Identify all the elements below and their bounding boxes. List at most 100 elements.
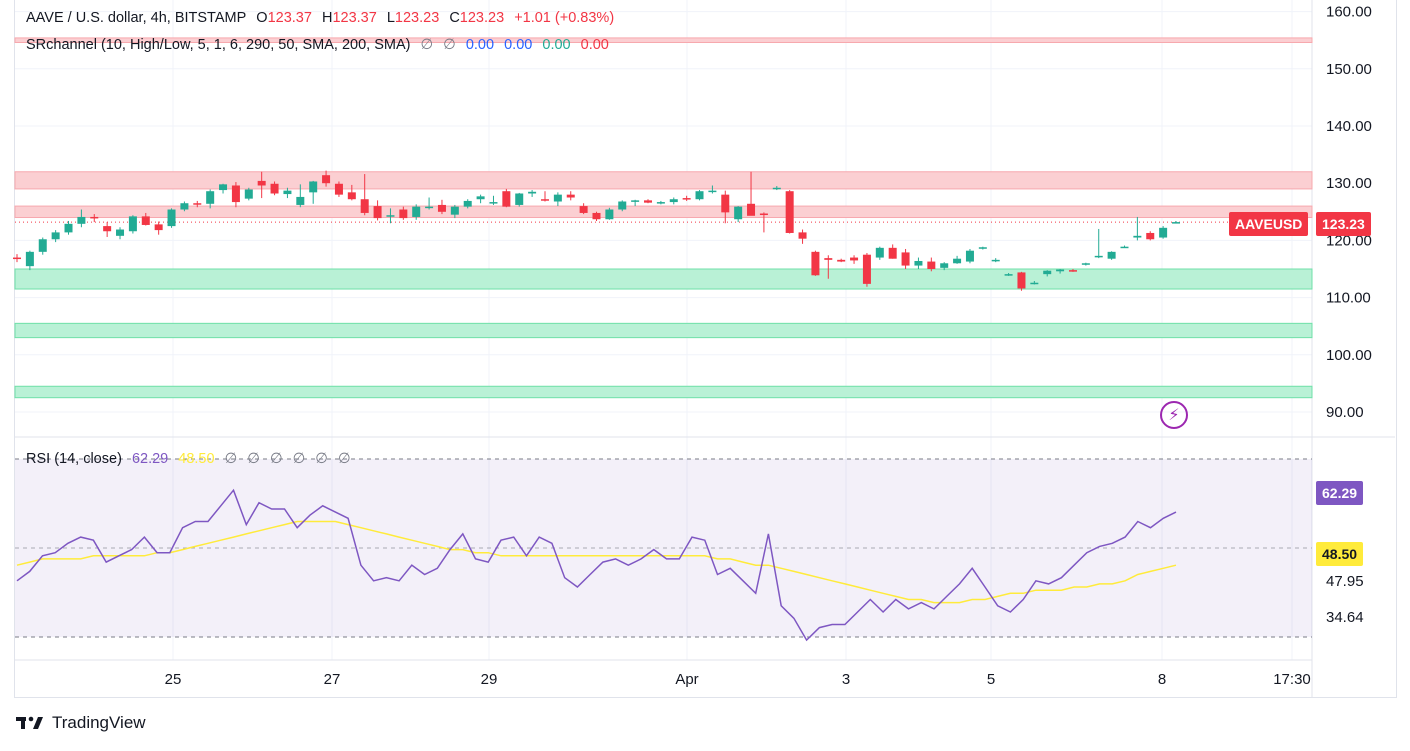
candle-body [656, 202, 665, 204]
last-price-tag: 123.23 [1316, 212, 1371, 236]
candle-body [38, 239, 47, 252]
candle-body [476, 196, 485, 200]
srchannel-legend: SRchannel (10, High/Low, 5, 1, 6, 290, 5… [26, 37, 615, 53]
rsi-legend: RSI (14, close) 62.29 48.50 ∅ ∅ ∅ ∅ ∅ ∅ [26, 451, 357, 467]
candle-body [206, 191, 215, 204]
price-tick-label: 140.00 [1326, 118, 1372, 135]
price-tick-label: 160.00 [1326, 4, 1372, 21]
candle-body [1107, 251, 1116, 259]
rsi-ma-tag: 48.50 [1316, 542, 1364, 566]
candle-body [824, 258, 833, 260]
chart-canvas[interactable]: 160.00150.00140.00130.00120.00110.00100.… [0, 0, 1410, 751]
candle-body [553, 194, 562, 202]
candle-body [502, 191, 511, 207]
close-value: 123.23 [459, 10, 505, 26]
candle-body [489, 202, 498, 204]
candle-body [785, 191, 794, 233]
time-tick-label: 29 [481, 671, 498, 688]
candle-body [116, 229, 125, 236]
candle-body [1172, 222, 1180, 224]
candle-body [103, 226, 112, 232]
low-value: 123.23 [394, 10, 440, 26]
rsi-empty-2: ∅ [247, 451, 260, 467]
symbol-legend: AAVE / U.S. dollar, 4h, BITSTAMP O 123.37… [26, 10, 620, 26]
time-tick-label: 3 [842, 671, 850, 688]
change-value: +1.01 (+0.83%) [514, 10, 615, 26]
candle-body [798, 232, 807, 239]
candle-body [682, 198, 691, 200]
candle-body [13, 257, 21, 260]
candle-body [167, 209, 176, 227]
candle-body [965, 250, 974, 262]
candle-body [244, 189, 253, 199]
candle-body [360, 199, 369, 213]
footer-brand[interactable]: TradingView [16, 713, 146, 733]
lightning-icon[interactable]: ⚡ [1160, 401, 1188, 429]
candle-body [437, 204, 446, 212]
candle-body [64, 223, 73, 233]
rsi-value-tag: 62.29 [1316, 481, 1364, 505]
sr-value-4: 0.00 [504, 37, 533, 53]
sr-value-5: 0.00 [542, 37, 571, 53]
candle-body [978, 247, 987, 249]
candle-body [708, 190, 717, 193]
candle-body [631, 200, 640, 202]
candle-body [1043, 270, 1052, 275]
rsi-empty-1: ∅ [224, 451, 238, 467]
candle-body [1133, 235, 1142, 238]
candle-body [953, 258, 962, 264]
sr-value-2: ∅ [443, 37, 456, 53]
candle-body [77, 216, 86, 224]
candle-body [257, 180, 266, 186]
candle-body [901, 252, 910, 266]
srchannel-title[interactable]: SRchannel (10, High/Low, 5, 1, 6, 290, 5… [26, 37, 410, 53]
high-value: 123.37 [332, 10, 377, 26]
time-tick-label: 25 [165, 671, 182, 688]
candle-body [540, 199, 549, 201]
candle-body [644, 200, 653, 203]
time-tick-label: 5 [987, 671, 995, 688]
candle-body [334, 183, 343, 195]
candle-body [386, 215, 395, 217]
candle-body [850, 257, 859, 261]
candle-body [734, 206, 743, 220]
candle-body [296, 196, 305, 205]
candle-body [231, 185, 240, 203]
candle-body [463, 200, 472, 207]
price-tick-label: 110.00 [1326, 290, 1371, 307]
resistance-zone [14, 205, 1313, 219]
candle-body [1120, 246, 1129, 249]
price-tick-label: 150.00 [1326, 61, 1372, 78]
candle-body [1159, 227, 1168, 238]
close-label: C [449, 10, 460, 26]
candle-body [875, 247, 884, 258]
candle-body [862, 254, 871, 284]
open-label: O [256, 10, 268, 26]
candle-body [515, 193, 524, 205]
candle-body [219, 184, 228, 191]
time-tick-label: Apr [675, 671, 698, 688]
candle-body [669, 199, 678, 203]
candle-body [25, 251, 34, 267]
time-tick-label: 27 [324, 671, 341, 688]
candle-body [592, 212, 601, 220]
candle-body [180, 203, 189, 210]
candle-body [347, 192, 356, 200]
candle-body [270, 183, 279, 194]
candle-body [940, 263, 949, 268]
candle-body [399, 209, 408, 219]
candle-body [772, 187, 781, 190]
rsi-empty-4: ∅ [292, 451, 306, 467]
candle-body [51, 232, 60, 240]
candle-body [128, 216, 137, 232]
symbol-title[interactable]: AAVE / U.S. dollar, 4h, BITSTAMP [26, 10, 246, 26]
resistance-zone [14, 171, 1313, 190]
candle-body [425, 206, 434, 209]
candle-body [721, 194, 730, 213]
rsi-title[interactable]: RSI (14, close) [26, 451, 122, 467]
candle-body [373, 206, 382, 219]
candle-body [412, 206, 421, 217]
rsi-value: 62.29 [131, 451, 169, 467]
price-tick-label: 90.00 [1326, 404, 1364, 421]
symbol-price-tag: AAVEUSD [1229, 212, 1309, 236]
